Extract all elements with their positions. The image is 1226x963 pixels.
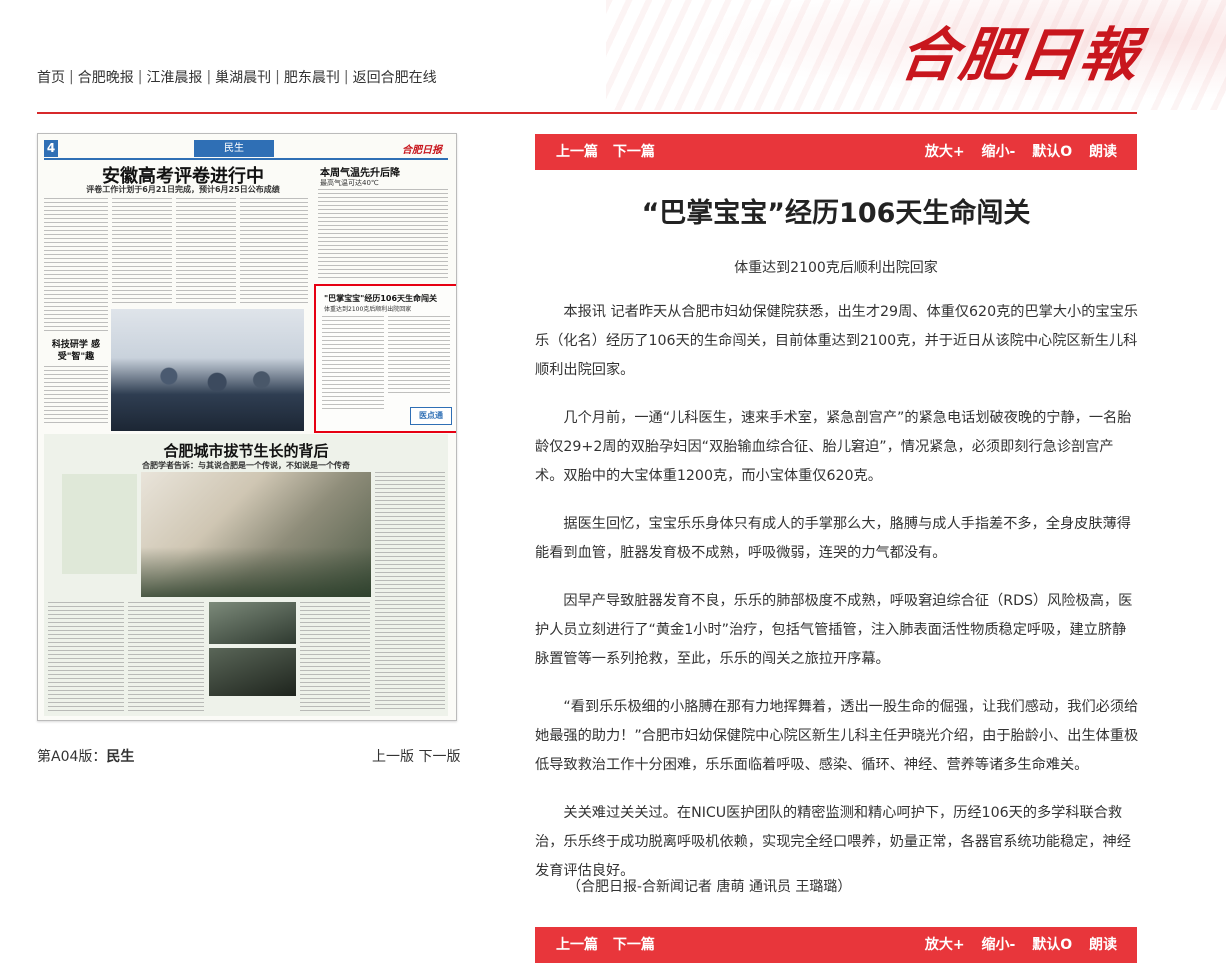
paper-text-column bbox=[176, 198, 236, 303]
paper-text-column bbox=[112, 198, 172, 303]
article-paragraph: 因早产导致脏器发育不良，乐乐的肺部极度不成熟，呼吸窘迫综合征（RDS）风险极高，… bbox=[535, 593, 1133, 667]
paper-feature-section: 合肥城市拔节生长的背后 合肥学者告诉：与其说合肥是一个传说，不如说是一个传奇 bbox=[44, 434, 448, 716]
paper-headline-city[interactable]: 合肥城市拔节生长的背后 bbox=[44, 440, 448, 461]
top-nav: 首页 | 合肥晚报 | 江淮晨报 | 巢湖晨刊 | 肥东晨刊 | 返回合肥在线 bbox=[37, 67, 437, 87]
article-paragraph: 本报讯 记者昨天从合肥市妇幼保健院获悉，出生才29周、体重仅620克的巴掌大小的… bbox=[535, 304, 1138, 378]
default-size-button[interactable]: 默认O bbox=[1032, 144, 1072, 160]
article-toolbar-top: 上一篇 下一篇 放大+ 缩小- 默认O 朗读 bbox=[535, 134, 1137, 170]
read-aloud-button[interactable]: 朗读 bbox=[1089, 144, 1117, 160]
article-title: “巴掌宝宝”经历106天生命闯关 bbox=[641, 198, 1031, 229]
paper-highlight-badge: 医点通 bbox=[410, 407, 452, 425]
paper-highlight-title: "巴掌宝宝"经历106天生命闯关 bbox=[324, 294, 438, 303]
zoom-out-button[interactable]: 缩小- bbox=[982, 144, 1016, 160]
paper-subhead-gaokao: 评卷工作计划于6月21日完成，预计6月25日公布成绩 bbox=[86, 185, 280, 194]
paper-subhead-weather: 最高气温可达40℃ bbox=[320, 179, 379, 187]
nav-separator: | bbox=[69, 69, 74, 85]
paper-photo-small bbox=[209, 602, 296, 644]
site-logo[interactable]: 合肥日報 bbox=[895, 20, 1145, 90]
prev-page-link[interactable]: 上一版 bbox=[372, 749, 414, 765]
paper-mini-logo: 合肥日报 bbox=[402, 145, 442, 156]
prev-article-button[interactable]: 上一篇 bbox=[556, 144, 598, 160]
next-page-link[interactable]: 下一版 bbox=[418, 749, 460, 765]
article-paragraph: 关关难过关关过。在NICU医护团队的精密监测和精心呵护下，历经106天的多学科联… bbox=[535, 805, 1131, 879]
paper-page-number: 4 bbox=[44, 140, 58, 157]
paper-text-column bbox=[44, 198, 108, 333]
nav-separator: | bbox=[343, 69, 349, 85]
paper-masthead: 4 民生 合肥日报 bbox=[44, 140, 448, 160]
next-article-button[interactable]: 下一篇 bbox=[613, 144, 655, 160]
article-subtitle: 体重达到2100克后顺利出院回家 bbox=[734, 260, 938, 276]
nav-chaohu-morning[interactable]: 巢湖晨刊 bbox=[215, 67, 271, 87]
paper-text-column bbox=[44, 366, 108, 426]
paper-subhead-city: 合肥学者告诉：与其说合肥是一个传说，不如说是一个传奇 bbox=[142, 461, 350, 470]
paper-text-column bbox=[240, 198, 308, 303]
paper-text-column bbox=[318, 189, 448, 279]
nav-separator: | bbox=[275, 69, 280, 85]
article-paragraph: “看到乐乐极细的小胳膊在那有力地挥舞着，透出一股生命的倔强，让我们感动，我们必须… bbox=[535, 699, 1139, 773]
zoom-in-button[interactable]: 放大+ bbox=[925, 144, 965, 160]
paper-section-tab: 民生 bbox=[194, 140, 274, 157]
article-toolbar-bottom: 上一篇 下一篇 放大+ 缩小- 默认O 朗读 bbox=[535, 927, 1137, 963]
paper-text-column bbox=[375, 472, 445, 712]
article-paragraph: 据医生回忆，宝宝乐乐身体只有成人的手掌那么大，胳膊与成人手指差不多，全身皮肤薄得… bbox=[535, 516, 1131, 561]
nav-feidong-morning[interactable]: 肥东晨刊 bbox=[284, 67, 340, 87]
next-article-button[interactable]: 下一篇 bbox=[613, 937, 655, 953]
article-body: 本报讯 记者昨天从合肥市妇幼保健院获悉，出生才29周、体重仅620克的巴掌大小的… bbox=[535, 298, 1139, 905]
paper-text-column bbox=[322, 316, 384, 411]
article-paragraph: 几个月前，一通“儿科医生，速来手术室，紧急剖宫产”的紧急电话划破夜晚的宁静，一名… bbox=[535, 410, 1132, 484]
site-header: 合肥日報 首页 | 合肥晚报 | 江淮晨报 | 巢湖晨刊 | 肥东晨刊 | 返回… bbox=[0, 0, 1226, 115]
paper-photo-small bbox=[209, 648, 296, 696]
paper-headline-weather[interactable]: 本周气温先升后降 bbox=[320, 164, 400, 179]
paper-text-column bbox=[48, 602, 124, 712]
nav-home[interactable]: 首页 bbox=[37, 67, 65, 87]
newspaper-page-image[interactable]: 4 民生 合肥日报 安徽高考评卷进行中 评卷工作计划于6月21日完成，预计6月2… bbox=[37, 133, 457, 721]
page-nav: 上一版 下一版 bbox=[372, 746, 460, 766]
nav-hefei-evening[interactable]: 合肥晚报 bbox=[78, 67, 134, 87]
nav-back-to-hefei-online[interactable]: 返回合肥在线 bbox=[353, 67, 437, 87]
read-aloud-button[interactable]: 朗读 bbox=[1089, 937, 1117, 953]
default-size-button[interactable]: 默认O bbox=[1032, 937, 1072, 953]
paper-highlight-subtitle: 体重达到2100克后顺利出院回家 bbox=[324, 306, 412, 313]
nav-separator: | bbox=[137, 69, 143, 85]
paper-text-column bbox=[388, 316, 450, 396]
header-divider bbox=[37, 112, 1137, 114]
paper-text-column bbox=[128, 602, 204, 712]
page-caption-section[interactable]: 民生 bbox=[106, 749, 134, 765]
page-caption-prefix: 第A04版： bbox=[37, 749, 107, 765]
page-caption: 第A04版：民生 bbox=[37, 746, 134, 766]
paper-photo-city bbox=[141, 472, 371, 597]
prev-article-button[interactable]: 上一篇 bbox=[556, 937, 598, 953]
paper-kicker-science[interactable]: 科技研学 感受"智"趣 bbox=[46, 339, 106, 363]
nav-separator: | bbox=[206, 69, 212, 85]
paper-article-highlight[interactable]: "巴掌宝宝"经历106天生命闯关 体重达到2100克后顺利出院回家 医点通 bbox=[314, 284, 456, 433]
paper-text-column bbox=[300, 602, 370, 712]
zoom-out-button[interactable]: 缩小- bbox=[982, 937, 1016, 953]
paper-photo-students bbox=[111, 309, 304, 431]
article-byline: （合肥日报-合新闻记者 唐萌 通讯员 王璐璐） bbox=[567, 879, 852, 895]
zoom-in-button[interactable]: 放大+ bbox=[925, 937, 965, 953]
paper-lead-box bbox=[62, 474, 137, 574]
nav-jianghuai-morning[interactable]: 江淮晨报 bbox=[146, 67, 202, 87]
